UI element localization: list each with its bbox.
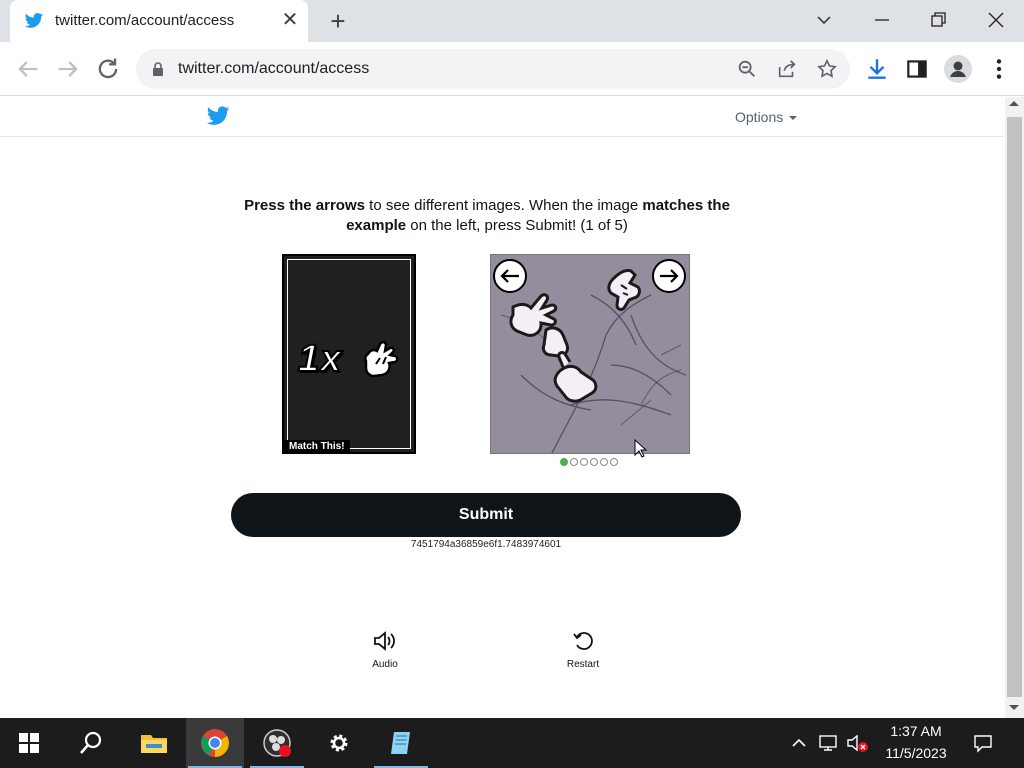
star-icon[interactable] [816,58,838,80]
url-text[interactable]: twitter.com/account/access [178,60,369,78]
previous-image-button[interactable] [493,259,527,293]
network-icon[interactable] [818,733,838,753]
forward-icon[interactable] [54,55,82,83]
new-tab-button[interactable]: + [326,8,350,34]
restart-label: Restart [566,659,600,670]
tab-close-icon[interactable]: ✕ [280,10,300,30]
taskbar-clock-time[interactable]: 1:37 AM [876,723,956,739]
submit-button[interactable]: Submit [231,493,741,537]
tab-strip: twitter.com/account/access ✕ + [0,0,1024,42]
options-dropdown[interactable]: Options [735,109,798,125]
chevron-up-icon[interactable] [789,733,809,753]
session-id: 7451794a36859e6f1.7483974601 [410,539,562,550]
restore-icon[interactable] [926,8,950,32]
taskbar-settings[interactable] [310,718,368,768]
pagination-dot [570,458,578,466]
pagination-dot [610,458,618,466]
volume-muted-icon[interactable] [846,733,870,753]
caret-down-icon [789,116,798,121]
taskbar-chrome[interactable] [186,718,244,768]
page-header: Options [0,97,1004,137]
profile-icon [950,61,966,77]
file-explorer-icon [141,735,167,753]
download-icon[interactable] [864,56,890,82]
restart-icon [573,632,593,650]
menu-icon[interactable] [986,56,1012,82]
notepad-icon [391,732,410,754]
settings-icon [330,734,348,752]
start-button[interactable] [0,718,58,768]
twitter-icon[interactable] [207,106,230,126]
sidepanel-icon[interactable] [904,56,930,82]
tab-search-chevron-icon[interactable] [812,8,836,32]
scroll-down-icon[interactable] [1009,705,1019,710]
twitter-icon [24,13,44,28]
notification-icon[interactable] [973,733,993,753]
back-icon[interactable] [14,55,42,83]
profile-button[interactable] [944,55,972,83]
windows-taskbar: 1:37 AM 11/5/2023 [0,718,1024,768]
minimize-icon[interactable] [870,8,894,32]
browser-tab[interactable]: twitter.com/account/access ✕ [10,0,308,42]
chrome-icon [201,729,229,757]
arrow-right-icon [660,269,679,283]
browser-toolbar: twitter.com/account/access [0,42,1024,96]
hand-gesture-icon [364,340,399,378]
obs-icon [263,729,291,757]
example-label: Match This! [284,440,350,453]
lock-icon[interactable] [150,61,166,77]
windows-start-icon [19,733,39,753]
taskbar-clock-date[interactable]: 11/5/2023 [876,745,956,761]
mouse-cursor-icon [634,439,648,458]
pagination-dot [590,458,598,466]
example-image: 1x Match This! [282,254,416,454]
restart-button[interactable]: Restart [558,630,608,672]
options-label: Options [735,109,784,125]
reload-icon[interactable] [94,55,122,83]
example-count: 1x [297,337,343,381]
zoom-icon[interactable] [736,58,758,80]
share-icon[interactable] [776,58,798,80]
tab-title: twitter.com/account/access [55,12,235,29]
pagination-dot [560,458,568,466]
close-window-icon[interactable] [984,8,1008,32]
search-icon [80,731,102,754]
scroll-thumb[interactable] [1007,117,1022,697]
instructions-part-4: on the left, press Submit! (1 of 5) [406,217,628,234]
audio-label: Audio [372,659,398,670]
audio-button[interactable]: Audio [360,630,410,672]
next-image-button[interactable] [652,259,686,293]
instructions-part-2: to see different images. When the image [364,197,643,214]
address-bar[interactable]: twitter.com/account/access [136,49,850,89]
scroll-up-icon[interactable] [1009,101,1019,106]
instructions-bold-1: Press the arrows [244,197,365,214]
taskbar-obs[interactable] [248,718,306,768]
taskbar-file-explorer[interactable] [124,718,182,768]
pagination-dot [600,458,608,466]
speaker-icon [374,631,395,651]
page-scrollbar[interactable] [1005,97,1024,718]
page-content: Options Press the arrows to see differen… [0,97,1004,718]
arrow-left-icon [500,269,519,283]
taskbar-notepad[interactable] [372,718,430,768]
taskbar-search-button[interactable] [62,718,120,768]
pagination-dot [580,458,588,466]
instructions-text: Press the arrows to see different images… [222,196,752,236]
